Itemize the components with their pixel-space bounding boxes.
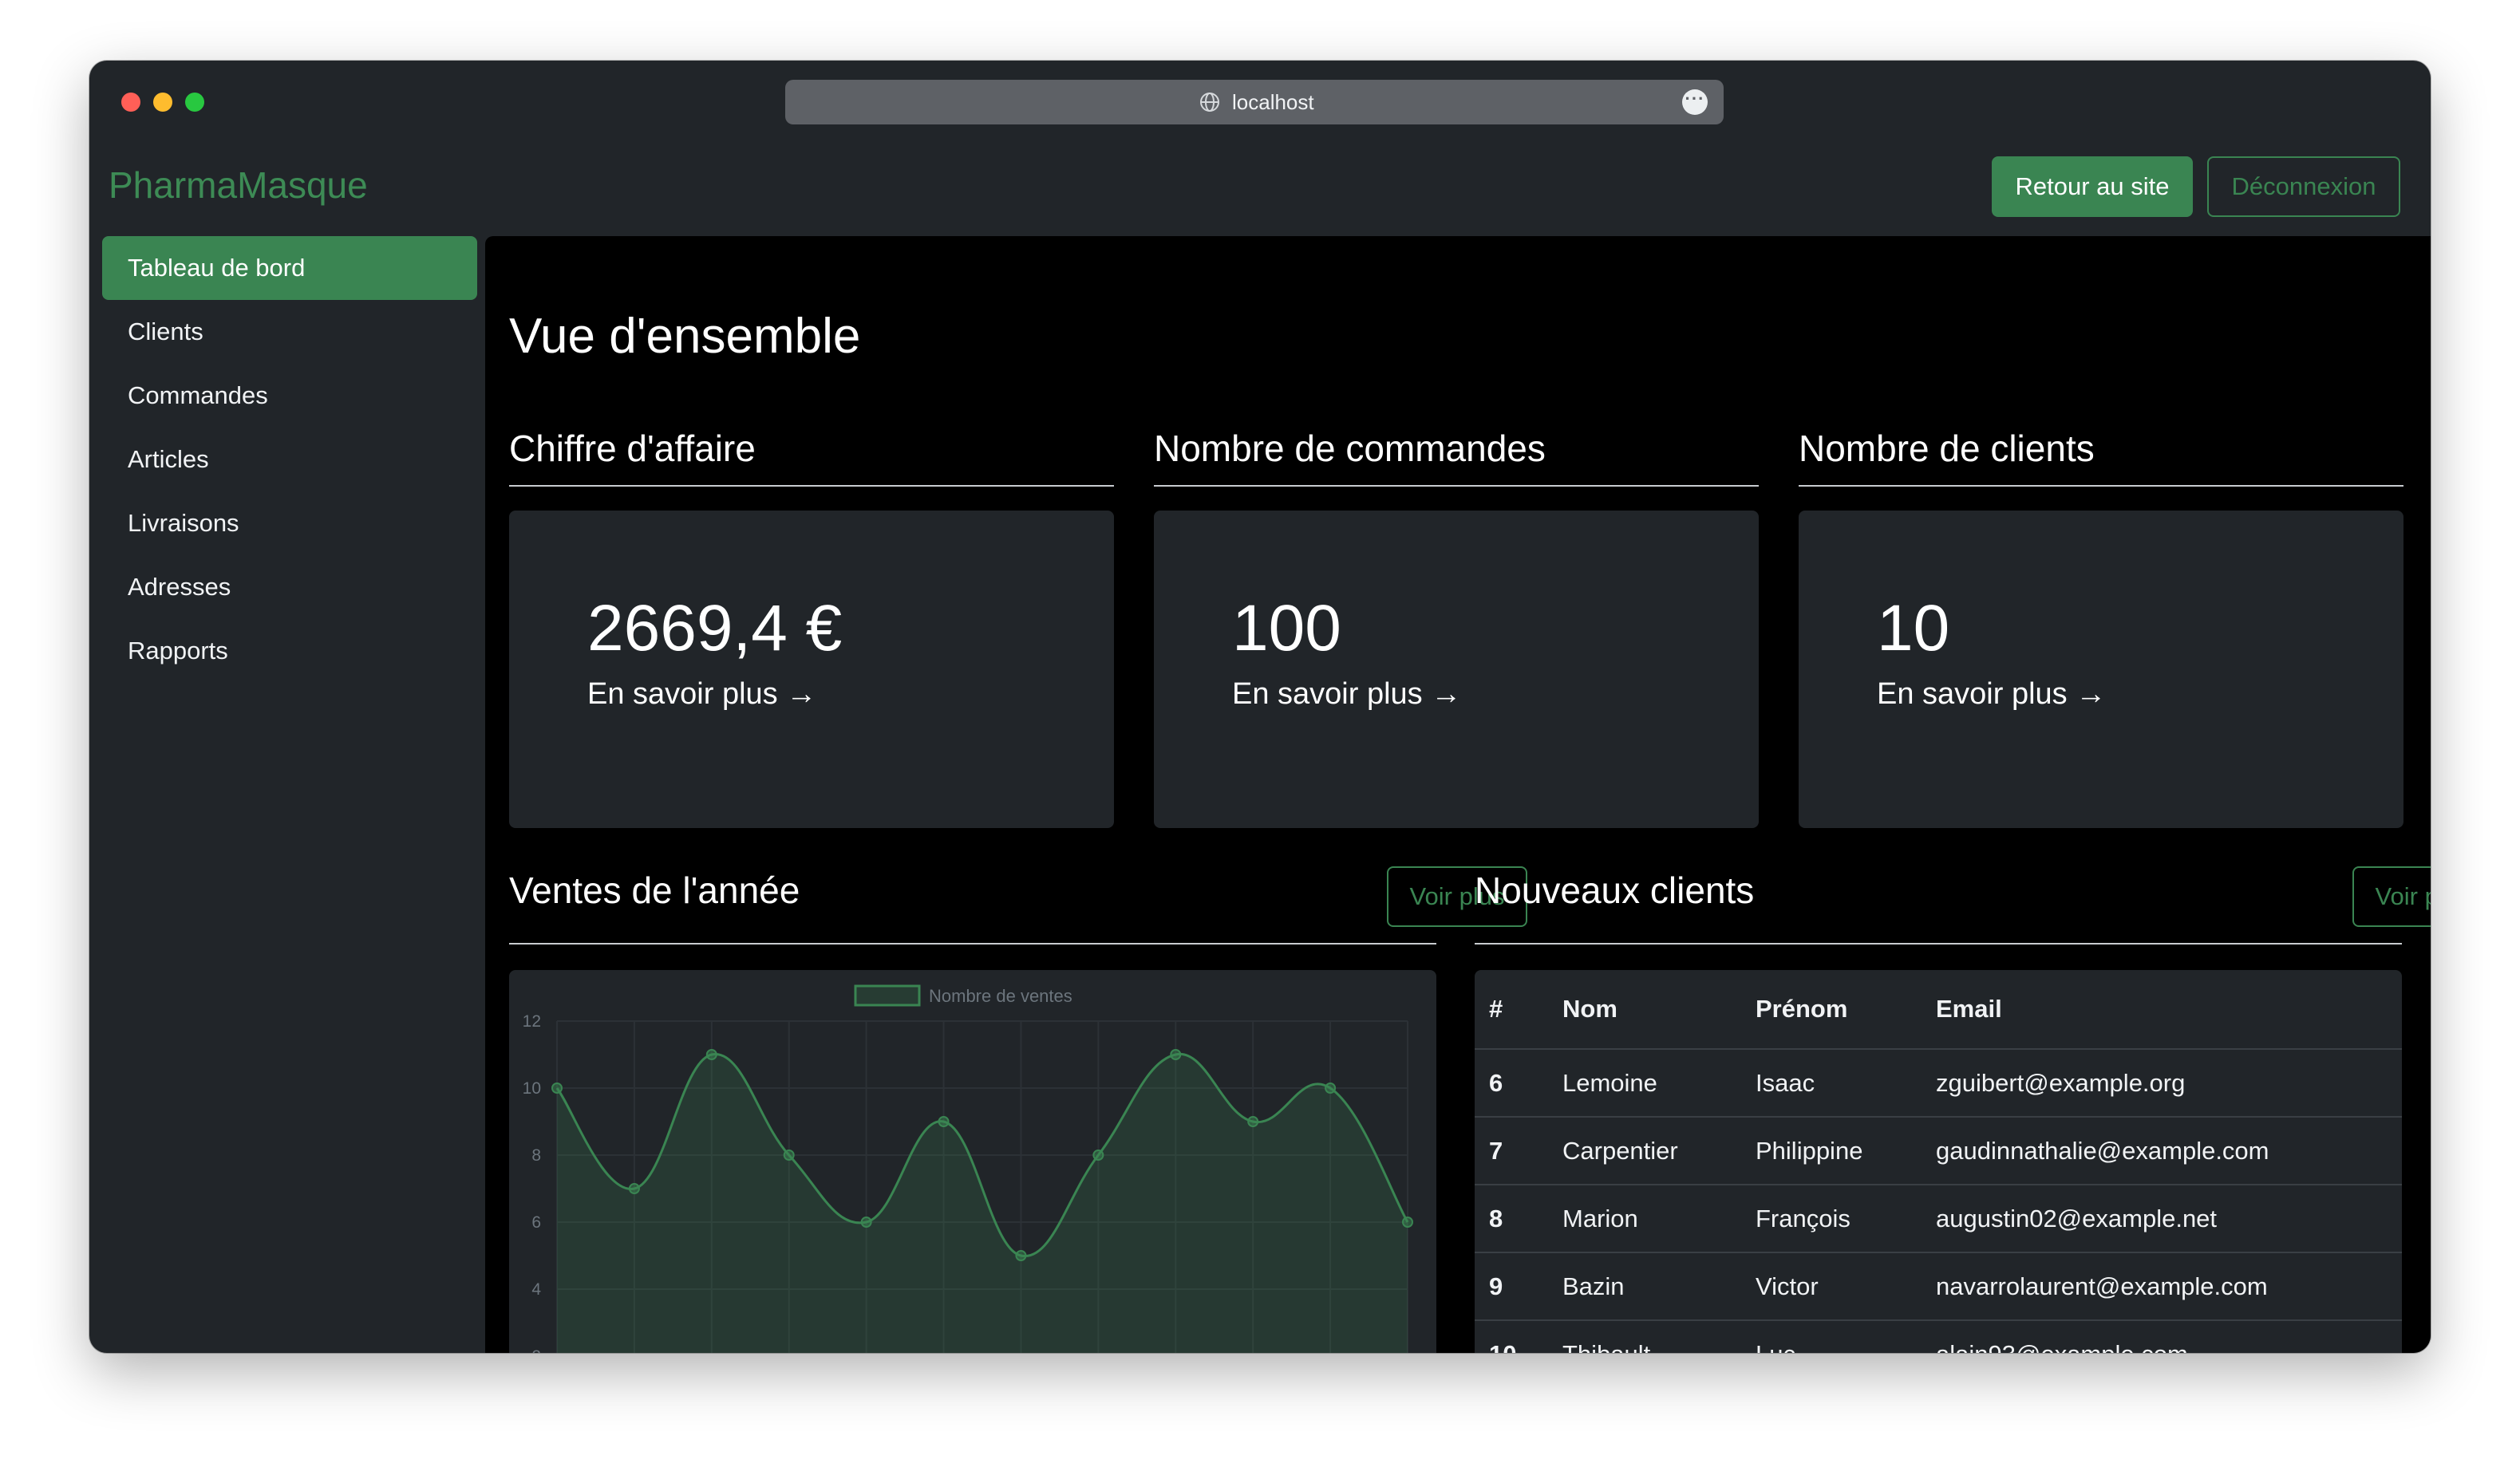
address-bar[interactable]: localhost ··· [785,80,1724,124]
cell-last-name: Marion [1562,1185,1755,1253]
clients-count-value: 10 [1877,592,1950,665]
data-point [783,1150,795,1161]
globe-icon [1200,93,1219,112]
legend-label: Nombre de ventes [929,986,1072,1006]
main-content: Vue d'ensemble Chiffre d'affaire 2669,4 … [485,236,2431,1353]
clients-count-title: Nombre de clients [1799,428,2095,469]
revenue-title: Chiffre d'affaire [509,428,756,469]
divider [1475,943,2402,945]
table-row: 7 Carpentier Philippine gaudinnathalie@e… [1475,1117,2402,1185]
y-tick-label: 4 [531,1280,541,1299]
y-tick-label: 8 [531,1146,541,1165]
y-tick-label: 10 [523,1079,541,1098]
column-header: Email [1935,970,2402,1050]
legend-swatch [854,984,921,1007]
revenue-card: 2669,4 € En savoir plus → [509,511,1114,828]
cell-email: alain93@example.com [1935,1320,2402,1353]
cell-email: augustin02@example.net [1935,1185,2402,1253]
cell-email: gaudinnathalie@example.com [1935,1117,2402,1185]
divider [509,485,1114,487]
zoom-window-button[interactable] [185,93,204,112]
cell-last-name: Carpentier [1562,1117,1755,1185]
data-point [628,1183,640,1194]
sidebar-item-clients[interactable]: Clients [102,300,477,364]
data-point [1325,1083,1337,1094]
column-header: Prénom [1755,970,1935,1050]
cell-first-name: Luc [1755,1320,1935,1353]
divider [1799,485,2403,487]
orders-count-value: 100 [1232,592,1341,665]
sidebar-item-addresses[interactable]: Adresses [102,555,477,619]
y-tick-label: 2 [531,1347,541,1353]
y-tick-label: 6 [531,1213,541,1232]
sidebar-item-reports[interactable]: Rapports [102,619,477,683]
orders-count-title: Nombre de commandes [1154,428,1546,469]
clients-more-link[interactable]: En savoir plus → [1877,675,2106,713]
cell-id: 8 [1475,1185,1562,1253]
clients-view-more-button[interactable]: Voir plus [2352,866,2431,927]
data-point [1247,1116,1259,1127]
cell-email: navarrolaurent@example.com [1935,1252,2402,1321]
orders-count-card: 100 En savoir plus → [1154,511,1759,828]
table-row: 6 Lemoine Isaac zguibert@example.org [1475,1049,2402,1118]
sales-chart-panel: 2 4 6 8 10 12 Nombre de ventes [509,970,1436,1353]
data-point [1092,1150,1104,1161]
logout-button[interactable]: Déconnexion [2207,156,2400,217]
divider [509,943,1436,945]
table-row: 9 Bazin Victor navarrolaurent@example.co… [1475,1252,2402,1321]
back-to-site-button[interactable]: Retour au site [1992,156,2193,217]
cell-last-name: Lemoine [1562,1049,1755,1118]
column-header: # [1475,970,1562,1050]
data-point [860,1217,872,1228]
data-point [705,1049,717,1060]
title-bar: localhost ··· [89,61,2431,142]
cell-id: 9 [1475,1252,1562,1321]
revenue-value: 2669,4 € [587,592,843,665]
new-clients-panel: # Nom Prénom Email 6 Lemoine Isaac zguib… [1475,970,2402,1353]
table-row: 8 Marion François augustin02@example.net [1475,1185,2402,1253]
clients-count-card: 10 En savoir plus → [1799,511,2403,828]
data-point [1015,1250,1027,1261]
brand-logo[interactable]: PharmaMasque [109,161,368,209]
table-row: 10 Thibault Luc alain93@example.com [1475,1320,2402,1353]
sidebar-item-orders[interactable]: Commandes [102,364,477,428]
clients-table: # Nom Prénom Email 6 Lemoine Isaac zguib… [1475,970,2402,1353]
cell-first-name: Philippine [1755,1117,1935,1185]
sidebar-item-dashboard[interactable]: Tableau de bord [102,236,477,300]
cell-first-name: François [1755,1185,1935,1253]
sales-chart: 2 4 6 8 10 12 Nombre de ventes [523,984,1413,1353]
data-point [1170,1049,1182,1060]
sidebar: Tableau de bord Clients Commandes Articl… [102,236,477,683]
cell-id: 7 [1475,1117,1562,1185]
revenue-more-link[interactable]: En savoir plus → [587,675,816,713]
y-tick-label: 12 [523,1012,541,1031]
sidebar-item-deliveries[interactable]: Livraisons [102,491,477,555]
page-title: Vue d'ensemble [509,309,861,364]
cell-email: zguibert@example.org [1935,1049,2402,1118]
orders-more-link[interactable]: En savoir plus → [1232,675,1461,713]
cell-last-name: Bazin [1562,1252,1755,1321]
sales-title: Ventes de l'année [509,870,800,911]
close-window-button[interactable] [121,93,140,112]
url-text: localhost [1232,90,1314,114]
cell-last-name: Thibault [1562,1320,1755,1353]
data-point [938,1116,950,1127]
data-point [1402,1217,1413,1228]
minimize-window-button[interactable] [153,93,172,112]
series-area [557,1054,1408,1353]
divider [1154,485,1759,487]
data-point [551,1083,563,1094]
new-clients-title: Nouveaux clients [1475,870,1755,911]
cell-id: 6 [1475,1049,1562,1118]
table-header-row: # Nom Prénom Email [1475,970,2402,1050]
sidebar-item-articles[interactable]: Articles [102,428,477,491]
column-header: Nom [1562,970,1755,1050]
cell-first-name: Victor [1755,1252,1935,1321]
browser-window: localhost ··· PharmaMasque Retour au sit… [89,61,2431,1353]
more-options-icon[interactable]: ··· [1682,89,1708,115]
cell-first-name: Isaac [1755,1049,1935,1118]
cell-id: 10 [1475,1320,1562,1353]
